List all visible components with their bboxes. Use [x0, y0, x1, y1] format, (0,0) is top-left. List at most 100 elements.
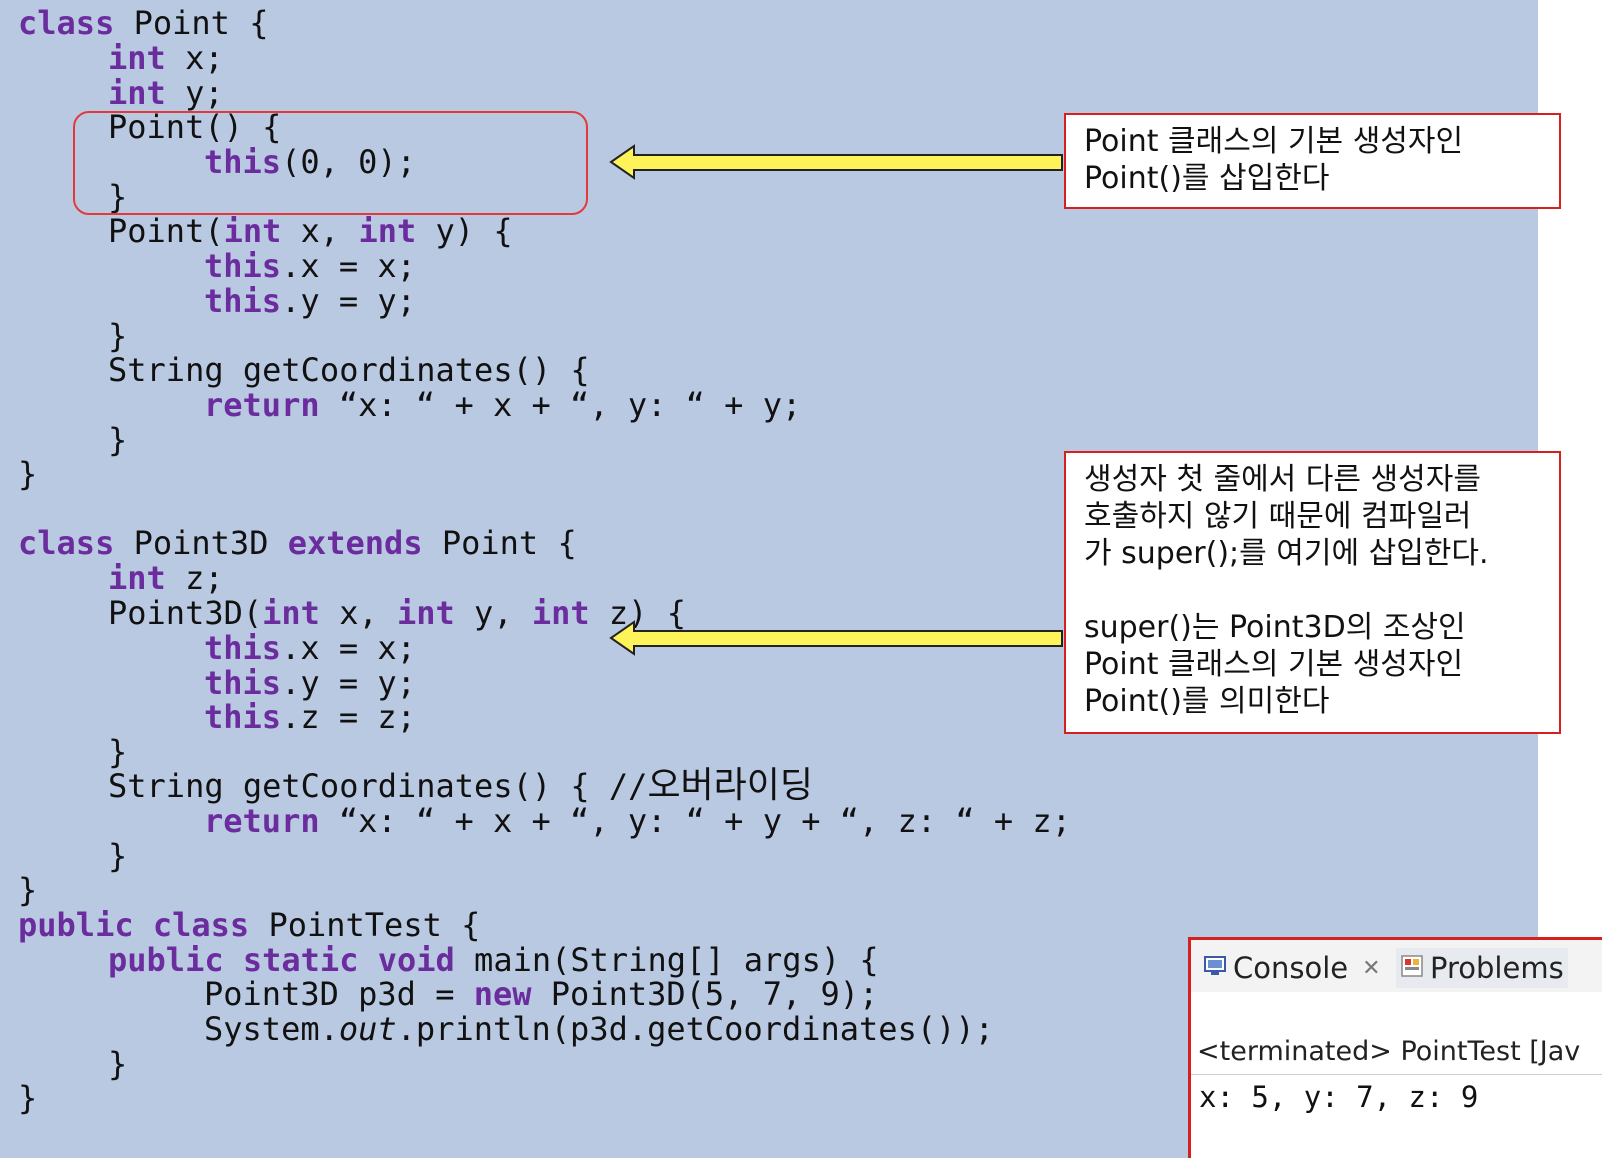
code-line-3: int y; [108, 75, 224, 111]
keyword: int [396, 594, 455, 632]
code-text: Point3D p3d = [204, 975, 474, 1013]
close-icon[interactable]: ✕ [1362, 956, 1380, 981]
code-text: y) { [416, 212, 513, 250]
code-line-7: Point(int x, int y) { [108, 213, 513, 249]
code-text: PointTest { [249, 906, 481, 944]
callout-default-constructor: Point 클래스의 기본 생성자인 Point()를 삽입한다 [1064, 113, 1561, 209]
keyword: this [204, 698, 282, 736]
code-line-20: this.z = z; [204, 699, 416, 735]
console-tab-bar: Console ✕ Problems [1191, 940, 1602, 992]
default-constructor-highlight [73, 111, 588, 215]
keyword: return [204, 802, 320, 840]
code-line-29: System.out.println(p3d.getCoordinates())… [204, 1011, 994, 1047]
tab-console[interactable]: Console ✕ [1203, 948, 1381, 988]
tab-problems[interactable]: Problems [1396, 948, 1568, 988]
code-text: Point { [422, 524, 577, 562]
callout-text: Point 클래스의 기본 생성자인 [1084, 647, 1464, 682]
keyword: return [204, 386, 320, 424]
keyword: void [377, 941, 455, 979]
console-output-text: x: 5, y: 7, z: 9 [1199, 1080, 1479, 1114]
code-line-19: this.y = y; [204, 665, 416, 701]
tab-console-label: Console [1233, 951, 1349, 985]
keyword: this [204, 282, 282, 320]
keyword: int [358, 212, 417, 250]
divider [1191, 1074, 1602, 1075]
code-text: Point { [114, 4, 269, 42]
keyword: this [204, 664, 282, 702]
keyword: static [242, 941, 359, 979]
code-text: x, [281, 212, 359, 250]
code-line-16: int z; [108, 560, 224, 596]
code-line-2: int x; [108, 40, 224, 76]
code-line-9: this.y = y; [204, 283, 416, 319]
callout-text: Point()를 의미한다 [1084, 684, 1330, 719]
code-line-25: } [18, 871, 38, 909]
keyword: public [108, 941, 224, 979]
callout-text: Point()를 삽입한다 [1084, 161, 1330, 196]
keyword: class [18, 4, 115, 42]
code-text: “x: “ + x + “, y: “ + y + “, z: “ + z; [319, 802, 1071, 840]
callout-text: Point 클래스의 기본 생성자인 [1084, 124, 1464, 159]
code-text: y; [165, 74, 224, 112]
callout-super-explanation: 생성자 첫 줄에서 다른 생성자를 호출하지 않기 때문에 컴파일러 가 sup… [1064, 451, 1561, 734]
code-line-21: } [108, 733, 128, 771]
keyword: this [204, 629, 282, 667]
code-text: System. [204, 1010, 339, 1048]
code-text: Point3D( [108, 594, 263, 632]
code-line-8: this.x = x; [204, 248, 416, 284]
keyword: int [262, 594, 320, 632]
code-line-26: public class PointTest { [18, 907, 480, 943]
console-status-text: <terminated> PointTest [Jav [1197, 1036, 1581, 1067]
callout-text: 호출하지 않기 때문에 컴파일러 [1084, 499, 1472, 534]
keyword: new [473, 975, 532, 1013]
code-text: Point( [108, 212, 224, 250]
code-line-18: this.x = x; [204, 630, 416, 666]
callout-text: super()는 Point3D의 조상인 [1084, 610, 1466, 645]
code-text: x; [165, 39, 224, 77]
callout-text: 생성자 첫 줄에서 다른 생성자를 [1084, 462, 1481, 497]
console-icon [1203, 951, 1227, 985]
keyword: int [223, 212, 282, 250]
problems-icon [1400, 951, 1424, 985]
code-line-11: String getCoordinates() { [108, 351, 590, 389]
tab-problems-label: Problems [1430, 951, 1564, 985]
keyword: extends [287, 524, 423, 562]
code-text: Point3D(5, 7, 9); [531, 975, 879, 1013]
code-text: .x = x; [281, 247, 416, 285]
keyword: int [108, 39, 166, 77]
code-line-31: } [18, 1079, 38, 1117]
keyword: this [204, 247, 282, 285]
code-text: y, [454, 594, 532, 632]
code-text: “x: “ + x + “, y: “ + y; [319, 386, 802, 424]
code-line-22: String getCoordinates() { //오버라이딩 [108, 765, 814, 806]
keyword: class [152, 906, 250, 944]
callout-text: 가 super();를 여기에 삽입한다. [1084, 536, 1489, 571]
code-line-13: } [108, 421, 128, 459]
callout-spacer [1084, 572, 1541, 609]
code-line-10: } [108, 317, 128, 355]
console-panel: Console ✕ Problems <terminated> PointTes… [1188, 937, 1602, 1158]
code-text: x, [319, 594, 397, 632]
code-text: .println(p3d.getCoordinates()); [396, 1010, 994, 1048]
code-line-24: } [108, 837, 128, 875]
code-text: .x = x; [281, 629, 416, 667]
code-text: String getCoordinates() { // [108, 767, 648, 805]
code-line-1: class Point { [18, 5, 268, 41]
code-text: Point3D [114, 524, 288, 562]
keyword: int [531, 594, 590, 632]
code-line-12: return “x: “ + x + “, y: “ + y; [204, 387, 801, 423]
comment-text: 오버라이딩 [647, 765, 814, 806]
arrow-left-icon [609, 144, 1063, 180]
code-line-30: } [108, 1045, 128, 1083]
keyword: int [108, 74, 166, 112]
code-line-27: public static void main(String[] args) { [108, 942, 879, 978]
code-text: .y = y; [281, 664, 416, 702]
code-line-14: } [18, 455, 38, 493]
arrow-left-icon [609, 620, 1063, 656]
code-line-23: return “x: “ + x + “, y: “ + y + “, z: “… [204, 803, 1071, 839]
code-text: .z = z; [281, 698, 416, 736]
code-line-15: class Point3D extends Point { [18, 525, 577, 561]
